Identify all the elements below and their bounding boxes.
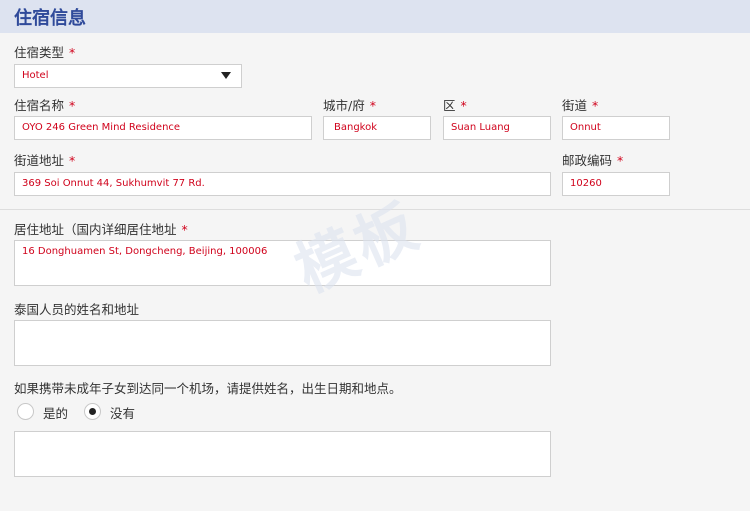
thai-contact-label: 泰国人员的姓名和地址 [14, 302, 140, 317]
accommodation-name-input[interactable]: OYO 246 Green Mind Residence [14, 116, 312, 140]
street-address-label: 街道地址 * [14, 153, 76, 168]
required-mark: * [181, 222, 188, 237]
district-input[interactable]: Suan Luang [443, 116, 551, 140]
residential-address-textarea[interactable]: 16 Donghuamen St, Dongcheng, Beijing, 10… [14, 240, 551, 286]
street-address-input[interactable]: 369 Soi Onnut 44, Sukhumvit 77 Rd. [14, 172, 551, 196]
minor-details-textarea[interactable] [14, 431, 551, 477]
dropdown-arrow-icon [221, 72, 231, 79]
radio-no-label[interactable]: 没有 [110, 403, 135, 422]
postal-code-input[interactable]: 10260 [562, 172, 670, 196]
radio-no[interactable] [84, 403, 101, 420]
required-mark: * [369, 98, 376, 113]
section-header: 住宿信息 [0, 0, 750, 33]
required-mark: * [69, 153, 76, 168]
section-divider [0, 209, 750, 210]
city-label: 城市/府 * [323, 98, 376, 113]
radio-selected-dot [89, 408, 96, 415]
accommodation-name-label: 住宿名称 * [14, 98, 76, 113]
section-title: 住宿信息 [14, 8, 86, 29]
thai-contact-textarea[interactable] [14, 320, 551, 366]
postal-code-label: 邮政编码 * [562, 153, 624, 168]
radio-yes[interactable] [17, 403, 34, 420]
accommodation-type-label: 住宿类型 * [14, 45, 76, 60]
radio-yes-label[interactable]: 是的 [43, 403, 68, 422]
city-input[interactable]: Bangkok [323, 116, 431, 140]
subdistrict-input[interactable]: Onnut [562, 116, 670, 140]
required-mark: * [617, 153, 624, 168]
required-mark: * [460, 98, 467, 113]
required-mark: * [592, 98, 599, 113]
minor-question-label: 如果携带未成年子女到达同一个机场，请提供姓名，出生日期和地点。 [14, 381, 402, 396]
required-mark: * [69, 45, 76, 60]
accommodation-type-select[interactable]: Hotel [14, 64, 242, 88]
subdistrict-label: 街道 * [562, 98, 599, 113]
required-mark: * [69, 98, 76, 113]
residential-address-label: 居住地址（国内详细居住地址 * [14, 222, 188, 237]
district-label: 区 * [443, 98, 467, 113]
